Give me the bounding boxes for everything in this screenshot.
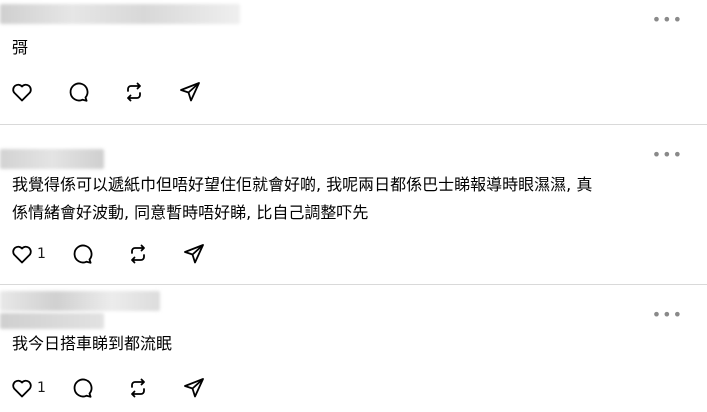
heart-icon: [12, 245, 32, 264]
like-count: 1: [37, 246, 46, 262]
repost-button[interactable]: [122, 80, 146, 104]
action-bar: [10, 79, 234, 105]
heart-icon: [12, 83, 32, 102]
comment-button[interactable]: [70, 376, 94, 400]
comment-button[interactable]: [70, 242, 94, 266]
repost-icon: [131, 378, 145, 398]
more-options-button[interactable]: •••: [652, 307, 683, 323]
repost-icon: [127, 82, 141, 102]
like-button[interactable]: [10, 80, 34, 104]
share-icon: [184, 244, 204, 264]
comment-3: ••• 我今日搭車睇到都流眠 1: [0, 285, 707, 412]
username-redacted: [0, 291, 160, 311]
comment-text: 彁: [12, 38, 29, 57]
comment-text: 我今日搭車睇到都流眠: [12, 334, 173, 353]
share-icon: [184, 378, 204, 398]
action-bar: 1: [10, 375, 238, 401]
comment-text-line-2: 係情緒會好波動, 同意暫時唔好睇, 比自己調整吓先: [12, 203, 369, 222]
heart-icon: [12, 379, 32, 398]
repost-icon: [131, 244, 145, 264]
comment-button[interactable]: [66, 80, 90, 104]
username-redacted: [0, 4, 240, 24]
repost-button[interactable]: [126, 242, 150, 266]
share-icon: [180, 82, 200, 102]
action-bar: 1: [10, 241, 238, 267]
comment-2: ••• 我覺得係可以遞紙巾但唔好望住佢就會好啲, 我呢兩日都係巴士睇報導時眼濕濕…: [0, 125, 707, 284]
comment-icon: [69, 82, 89, 102]
share-button[interactable]: [182, 376, 206, 400]
like-count: 1: [37, 380, 46, 396]
share-button[interactable]: [182, 242, 206, 266]
username-redacted: [0, 313, 104, 329]
comment-icon: [73, 378, 93, 398]
repost-button[interactable]: [126, 376, 150, 400]
like-button[interactable]: 1: [10, 242, 46, 266]
share-button[interactable]: [178, 80, 202, 104]
comment-text-line-1: 我覺得係可以遞紙巾但唔好望住佢就會好啲, 我呢兩日都係巴士睇報導時眼濕濕, 真: [12, 175, 593, 194]
comment-icon: [73, 244, 93, 264]
comment-1: ••• 彁: [0, 0, 707, 124]
more-options-button[interactable]: •••: [652, 147, 683, 163]
like-button[interactable]: 1: [10, 376, 46, 400]
username-redacted: [0, 149, 104, 169]
more-options-button[interactable]: •••: [652, 12, 683, 28]
